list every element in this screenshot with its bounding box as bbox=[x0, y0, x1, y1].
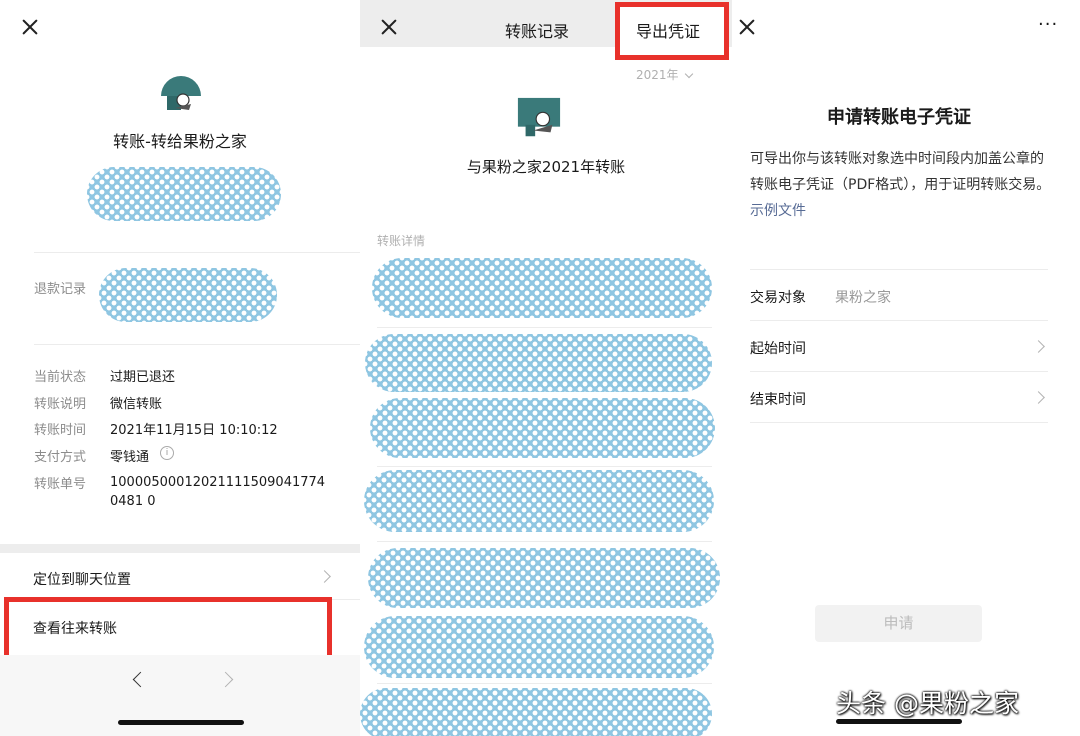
more-icon[interactable]: ··· bbox=[1038, 14, 1058, 35]
info-icon[interactable]: i bbox=[160, 446, 174, 460]
divider bbox=[377, 683, 712, 684]
status-label: 当前状态 bbox=[34, 370, 87, 385]
year-filter[interactable]: 2021年 bbox=[636, 66, 694, 83]
divider bbox=[377, 541, 712, 542]
time-label: 转账时间 bbox=[34, 423, 87, 438]
apply-button[interactable]: 申请 bbox=[815, 605, 982, 642]
divider bbox=[377, 466, 712, 467]
chevron-right-icon bbox=[1032, 391, 1045, 404]
voucher-description: 可导出你与该转账对象选中时间段内加盖公章的转账电子凭证（PDF格式），用于证明转… bbox=[750, 146, 1052, 224]
transfer-id-label: 转账单号 bbox=[34, 477, 87, 492]
redacted-record-3[interactable] bbox=[370, 398, 715, 458]
transfer-detail-panel: 转账-转给果粉之家 退款记录 当前状态 过期已退还 转账说明 微信转账 转账时间… bbox=[0, 0, 360, 736]
note-label: 转账说明 bbox=[34, 397, 87, 412]
redacted-record-7[interactable] bbox=[360, 688, 712, 736]
redacted-record-1[interactable] bbox=[372, 258, 712, 318]
close-icon[interactable] bbox=[20, 17, 40, 37]
records-subtitle: 与果粉之家2021年转账 bbox=[466, 158, 626, 176]
voucher-heading: 申请转账电子凭证 bbox=[827, 107, 971, 128]
year-filter-label: 2021年 bbox=[636, 68, 679, 82]
redacted-record-5[interactable] bbox=[368, 548, 720, 608]
start-time-row[interactable]: 起始时间 bbox=[732, 321, 1066, 371]
note-value: 微信转账 bbox=[110, 397, 163, 412]
export-voucher-button[interactable]: 导出凭证 bbox=[636, 18, 700, 42]
recipient-avatar bbox=[161, 76, 201, 110]
chevron-right-icon bbox=[318, 570, 331, 583]
status-value: 过期已退还 bbox=[110, 370, 176, 385]
home-indicator bbox=[118, 720, 244, 725]
redacted-record-4[interactable] bbox=[364, 470, 714, 532]
locate-chat-row[interactable]: 定位到聊天位置 bbox=[0, 553, 360, 599]
section-gap bbox=[0, 544, 360, 553]
redacted-record-2[interactable] bbox=[365, 334, 712, 392]
end-time-label: 结束时间 bbox=[750, 392, 806, 408]
divider bbox=[34, 344, 360, 345]
close-icon[interactable] bbox=[379, 17, 399, 37]
view-history-label: 查看往来转账 bbox=[33, 621, 117, 637]
redacted-record-6[interactable] bbox=[364, 616, 714, 678]
refund-record-label: 退款记录 bbox=[34, 282, 87, 297]
payment-method-label: 支付方式 bbox=[34, 450, 87, 465]
close-icon[interactable] bbox=[737, 17, 757, 37]
divider bbox=[750, 422, 1048, 423]
divider bbox=[377, 327, 712, 328]
counterparty-label: 交易对象 bbox=[750, 290, 806, 306]
chevron-down-icon bbox=[685, 69, 694, 79]
counterparty-value: 果粉之家 bbox=[835, 290, 891, 306]
description-text: 可导出你与该转账对象选中时间段内加盖公章的转账电子凭证（PDF格式），用于证明转… bbox=[750, 151, 1051, 193]
transfer-id-value: 100005000120211115090417740481 0 bbox=[110, 475, 326, 509]
time-value: 2021年11月15日 10:10:12 bbox=[110, 423, 278, 438]
chevron-right-icon bbox=[1032, 340, 1045, 353]
redacted-amount bbox=[87, 167, 281, 221]
watermark-text: 头条 @果粉之家 bbox=[836, 689, 1019, 718]
payment-method-value: 零钱通 bbox=[110, 450, 150, 465]
example-file-link[interactable]: 示例文件 bbox=[750, 203, 806, 219]
counterparty-row: 交易对象 果粉之家 bbox=[732, 270, 1066, 320]
locate-chat-label: 定位到聊天位置 bbox=[33, 572, 131, 588]
nav-title: 转账记录 bbox=[505, 22, 570, 41]
recipient-avatar bbox=[517, 97, 561, 137]
view-history-row[interactable]: 查看往来转账 bbox=[0, 600, 360, 650]
transfer-records-panel: 转账记录 导出凭证 2021年 与果粉之家2021年转账 转账详情 bbox=[360, 0, 732, 736]
divider bbox=[34, 252, 360, 253]
redacted-refund bbox=[99, 268, 277, 322]
section-label: 转账详情 bbox=[377, 234, 426, 248]
end-time-row[interactable]: 结束时间 bbox=[732, 372, 1066, 422]
start-time-label: 起始时间 bbox=[750, 341, 806, 357]
apply-voucher-panel: ··· 申请转账电子凭证 可导出你与该转账对象选中时间段内加盖公章的转账电子凭证… bbox=[732, 0, 1080, 736]
page-title: 转账-转给果粉之家 bbox=[113, 132, 247, 151]
